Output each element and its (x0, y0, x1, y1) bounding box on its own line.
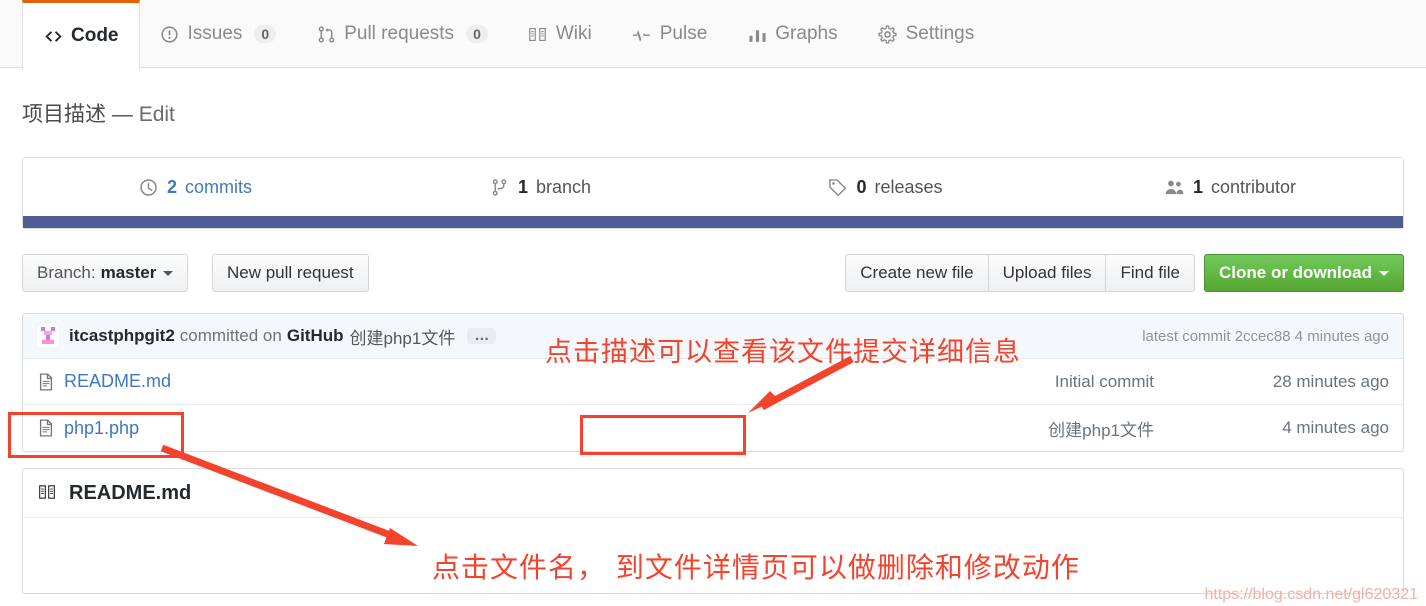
branch-prefix-label: Branch: (37, 263, 96, 282)
tab-pull-requests[interactable]: Pull requests 0 (296, 0, 508, 68)
readme-title: README.md (69, 481, 192, 504)
watermark: https://blog.csdn.net/gl620321 (1204, 586, 1419, 603)
create-new-file-button[interactable]: Create new file (845, 254, 989, 292)
book-icon (528, 24, 548, 44)
file-commit-time: 4 minutes ago (1282, 418, 1389, 437)
commit-platform-label: GitHub (286, 326, 344, 345)
summary-contributors[interactable]: 1 contributor (1058, 177, 1403, 198)
new-pull-request-button[interactable]: New pull request (212, 254, 369, 292)
summary-count: 1 (517, 176, 528, 197)
file-actions-group: Create new file Upload files Find file C… (845, 254, 1404, 292)
tab-counter: 0 (254, 25, 277, 43)
summary-label: branch (535, 176, 592, 197)
repo-file-toolbar: Branch: master New pull request Create n… (22, 254, 1404, 292)
tab-wiki[interactable]: Wiki (508, 0, 612, 68)
repo-description: 项目描述 — Edit (22, 98, 175, 128)
github-repo-page: Code Issues 0 Pull requests 0 Wiki Pulse Graphs… (0, 0, 1426, 606)
issue-opened-icon (160, 24, 180, 44)
summary-count: 2 (166, 176, 177, 197)
branch-selector-button[interactable]: Branch: master (22, 254, 189, 292)
file-row: README.md Initial commit 28 minutes ago (23, 359, 1403, 405)
organization-icon (1165, 177, 1185, 197)
clone-or-download-button[interactable]: Clone or download (1204, 254, 1404, 292)
pulse-icon (632, 24, 652, 44)
file-commit-time: 28 minutes ago (1272, 371, 1389, 391)
tab-label: Settings (905, 23, 975, 44)
file-name-cell: README.md (37, 371, 507, 392)
book-icon (37, 483, 59, 503)
latest-commit-label: latest commit (1142, 327, 1231, 345)
summary-count: 0 (856, 176, 867, 197)
file-icon (37, 419, 55, 437)
git-branch-icon (490, 177, 510, 197)
repo-description-text: 项目描述 (22, 103, 106, 126)
file-commit-message-link[interactable]: Initial commit (507, 372, 1214, 392)
summary-count: 1 (1192, 176, 1203, 197)
tab-settings[interactable]: Settings (858, 0, 995, 68)
summary-label: contributor (1210, 176, 1297, 197)
commit-expand-button[interactable]: … (467, 328, 497, 344)
file-rows: README.md Initial commit 28 minutes ago php… (23, 359, 1403, 451)
repo-description-separator: — (111, 103, 133, 126)
commit-verb-label: committed on (179, 326, 282, 345)
gear-icon (878, 24, 898, 44)
history-icon (139, 177, 159, 197)
code-icon (43, 26, 63, 46)
git-pull-request-icon (316, 24, 336, 44)
file-row: php1.php 创建php1文件 4 minutes ago (23, 405, 1403, 451)
tab-label: Code (71, 25, 119, 46)
tag-icon (828, 177, 848, 197)
tab-label: Pulse (659, 23, 708, 44)
latest-commit-time: 4 minutes ago (1294, 327, 1389, 345)
file-commit-message-link[interactable]: 创建php1文件 (507, 416, 1214, 441)
tab-code[interactable]: Code (22, 0, 140, 69)
tab-counter: 0 (466, 25, 488, 43)
tab-label: Wiki (555, 23, 592, 44)
language-color-bar (23, 216, 1403, 228)
upload-files-button[interactable]: Upload files (987, 254, 1107, 292)
clone-or-download-label: Clone or download (1219, 263, 1372, 282)
find-file-button[interactable]: Find file (1105, 254, 1195, 292)
repo-overview-box: 2 commits 1 branch 0 releases 1 contributor (22, 157, 1404, 229)
latest-commit-bar: itcastphpgit2 committed on GitHub 创建php1… (23, 314, 1403, 359)
avatar (37, 325, 59, 347)
tab-graphs[interactable]: Graphs (727, 0, 857, 68)
graph-icon (747, 24, 767, 44)
chevron-down-icon (1379, 270, 1389, 276)
file-list-box: itcastphpgit2 committed on GitHub 创建php1… (22, 313, 1404, 452)
repo-description-edit-link[interactable]: Edit (139, 103, 175, 126)
branch-name-label: master (100, 263, 157, 282)
tab-pulse[interactable]: Pulse (612, 0, 728, 68)
file-name-link[interactable]: README.md (64, 371, 171, 392)
tab-label: Pull requests (344, 23, 455, 44)
tab-label: Graphs (775, 23, 838, 44)
tab-issues[interactable]: Issues 0 (140, 0, 297, 68)
chevron-down-icon (163, 270, 174, 276)
readme-box: README.md (22, 468, 1404, 594)
summary-label: commits (185, 176, 252, 197)
repo-summary-numbers: 2 commits 1 branch 0 releases 1 contributor (23, 158, 1403, 216)
tab-label: Issues (187, 23, 243, 44)
summary-commits[interactable]: 2 commits (23, 177, 368, 198)
latest-commit-sha[interactable]: 2ccec88 (1235, 328, 1291, 345)
summary-releases[interactable]: 0 releases (713, 177, 1058, 198)
commit-author-link[interactable]: itcastphpgit2 (69, 326, 175, 346)
summary-branches[interactable]: 1 branch (368, 177, 713, 198)
repo-tab-navigation: Code Issues 0 Pull requests 0 Wiki Pulse Graphs… (0, 0, 1426, 69)
file-name-link[interactable]: php1.php (64, 418, 139, 439)
latest-commit-info: latest commit 2ccec88 4 minutes ago (1142, 328, 1389, 345)
summary-label: releases (874, 176, 943, 197)
file-name-cell: php1.php (37, 418, 507, 439)
commit-message-link[interactable]: 创建php1文件 (350, 324, 456, 349)
readme-header: README.md (23, 469, 1403, 518)
file-icon (37, 372, 55, 391)
